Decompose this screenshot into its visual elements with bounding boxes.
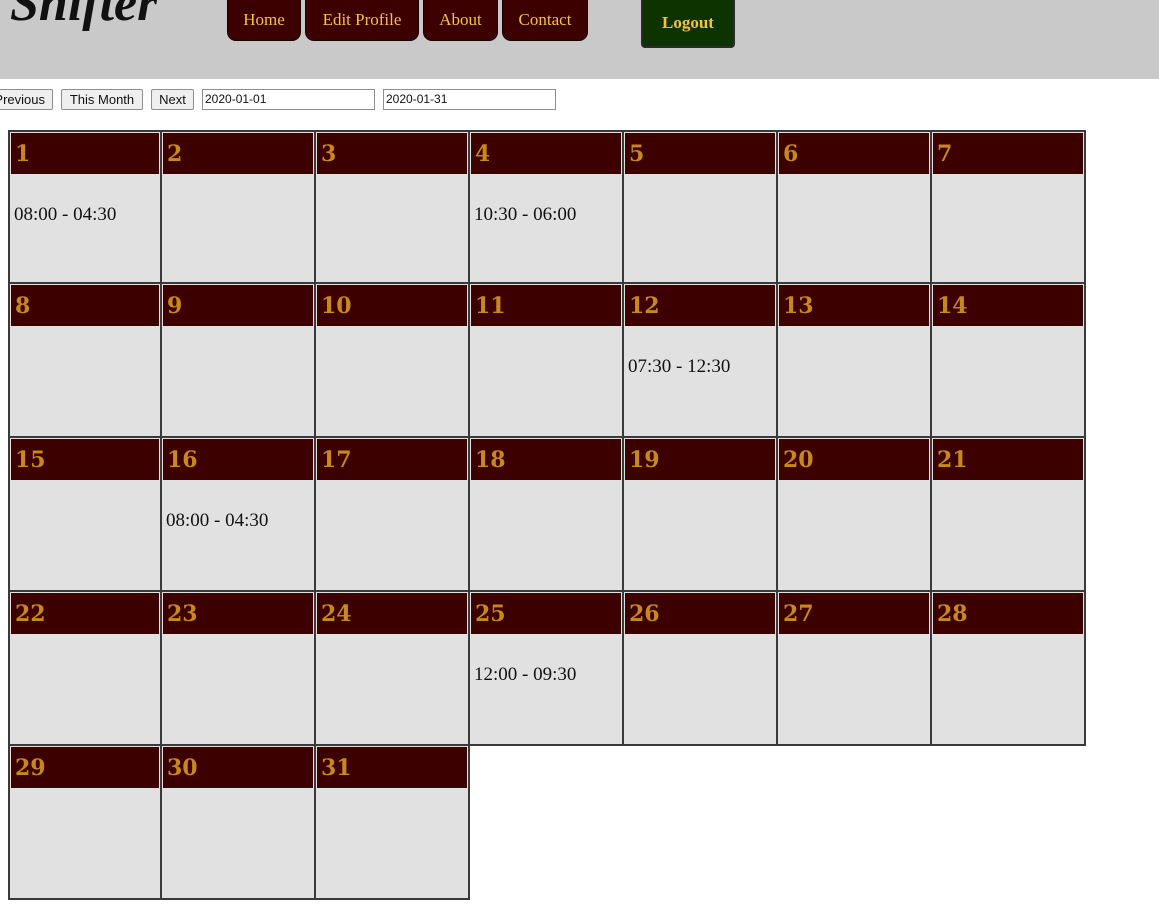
calendar-day-cell[interactable]: 23 [162, 592, 316, 746]
contact-button[interactable]: Contact [502, 0, 588, 41]
this-month-button[interactable]: This Month [61, 89, 143, 110]
day-number: 10 [321, 293, 352, 319]
edit-profile-button[interactable]: Edit Profile [305, 0, 419, 41]
calendar-day-cell[interactable]: 19 [624, 438, 778, 592]
calendar-day-cell[interactable]: 7 [932, 130, 1086, 284]
home-button[interactable]: Home [227, 0, 301, 41]
calendar-day-cell[interactable]: 28 [932, 592, 1086, 746]
calendar-week-row: 8 9 10 11 12 07:30 - 12:30 13 14 [8, 284, 1088, 438]
shift-time[interactable]: 10:30 - 06:00 [474, 204, 576, 226]
calendar-day-cell[interactable]: 5 [624, 130, 778, 284]
day-number: 16 [167, 447, 198, 473]
calendar-day-cell[interactable]: 1 08:00 - 04:30 [8, 130, 162, 284]
day-number: 11 [475, 293, 506, 319]
day-header-bar [317, 133, 467, 174]
day-number: 19 [629, 447, 660, 473]
calendar-day-cell[interactable]: 25 12:00 - 09:30 [470, 592, 624, 746]
day-number: 14 [937, 293, 968, 319]
day-number: 21 [937, 447, 968, 473]
calendar-day-cell[interactable]: 22 [8, 592, 162, 746]
calendar-day-cell[interactable]: 13 [778, 284, 932, 438]
day-number: 20 [783, 447, 814, 473]
next-month-button[interactable]: Next [151, 89, 194, 110]
day-number: 28 [937, 601, 968, 627]
calendar-day-cell[interactable]: 2 [162, 130, 316, 284]
app-logo[interactable]: Shifter [10, 0, 157, 30]
day-number: 1 [15, 141, 31, 167]
calendar-day-cell[interactable]: 3 [316, 130, 470, 284]
calendar-week-row: 29 30 31 [8, 746, 1088, 900]
calendar-day-cell[interactable]: 24 [316, 592, 470, 746]
day-number: 8 [15, 293, 31, 319]
day-header-bar [471, 133, 621, 174]
day-number: 3 [321, 141, 337, 167]
day-header-bar [163, 133, 313, 174]
shift-time[interactable]: 08:00 - 04:30 [14, 204, 116, 226]
calendar-week-row: 22 23 24 25 12:00 - 09:30 26 27 28 [8, 592, 1088, 746]
calendar-day-cell[interactable]: 18 [470, 438, 624, 592]
end-date-input[interactable]: 2020-01-31 [383, 89, 556, 110]
calendar-day-cell[interactable]: 12 07:30 - 12:30 [624, 284, 778, 438]
day-header-bar [625, 133, 775, 174]
day-number: 6 [783, 141, 799, 167]
day-number: 4 [475, 141, 491, 167]
day-number: 27 [783, 601, 814, 627]
calendar-day-cell[interactable]: 26 [624, 592, 778, 746]
day-number: 22 [15, 601, 46, 627]
about-button[interactable]: About [423, 0, 498, 41]
calendar-day-cell[interactable]: 15 [8, 438, 162, 592]
shift-time[interactable]: 12:00 - 09:30 [474, 664, 576, 686]
calendar-day-cell[interactable]: 17 [316, 438, 470, 592]
calendar-day-cell[interactable]: 30 [162, 746, 316, 900]
day-number: 7 [937, 141, 953, 167]
day-number: 17 [321, 447, 352, 473]
day-number: 31 [321, 755, 352, 781]
day-header-bar [779, 133, 929, 174]
calendar-day-cell[interactable]: 14 [932, 284, 1086, 438]
day-number: 2 [167, 141, 183, 167]
calendar-day-cell[interactable]: 27 [778, 592, 932, 746]
day-number: 15 [15, 447, 46, 473]
day-number: 30 [167, 755, 198, 781]
day-number: 26 [629, 601, 660, 627]
day-number: 9 [167, 293, 183, 319]
day-number: 13 [783, 293, 814, 319]
day-header-bar [163, 285, 313, 326]
day-number: 24 [321, 601, 352, 627]
shift-time[interactable]: 08:00 - 04:30 [166, 510, 268, 532]
day-number: 12 [629, 293, 660, 319]
calendar-day-cell[interactable]: 29 [8, 746, 162, 900]
logout-button[interactable]: Logout [641, 0, 735, 48]
calendar-day-cell[interactable]: 6 [778, 130, 932, 284]
day-number: 18 [475, 447, 506, 473]
day-number: 25 [475, 601, 506, 627]
calendar-day-cell[interactable]: 10 [316, 284, 470, 438]
day-header-bar [933, 133, 1083, 174]
calendar-day-cell[interactable]: 20 [778, 438, 932, 592]
day-number: 5 [629, 141, 645, 167]
calendar-day-cell[interactable]: 4 10:30 - 06:00 [470, 130, 624, 284]
calendar-day-cell[interactable]: 31 [316, 746, 470, 900]
calendar-week-row: 15 16 08:00 - 04:30 17 18 19 20 21 [8, 438, 1088, 592]
calendar-day-cell[interactable]: 9 [162, 284, 316, 438]
calendar-day-cell[interactable]: 16 08:00 - 04:30 [162, 438, 316, 592]
calendar-day-cell[interactable]: 21 [932, 438, 1086, 592]
calendar-week-row: 1 08:00 - 04:30 2 3 4 10:30 - 06:00 5 6 7 [8, 130, 1088, 284]
day-header-bar [11, 285, 159, 326]
calendar-day-cell[interactable]: 11 [470, 284, 624, 438]
day-number: 29 [15, 755, 46, 781]
header-bar: Shifter Home Edit Profile About Contact … [0, 0, 1159, 79]
month-calendar: 1 08:00 - 04:30 2 3 4 10:30 - 06:00 5 6 7 8 9 10 11 1… [8, 130, 1088, 900]
start-date-input[interactable]: 2020-01-01 [202, 89, 375, 110]
previous-month-button[interactable]: Previous [0, 89, 53, 110]
calendar-day-cell[interactable]: 8 [8, 284, 162, 438]
shift-time[interactable]: 07:30 - 12:30 [628, 356, 730, 378]
day-number: 23 [167, 601, 198, 627]
day-header-bar [11, 133, 159, 174]
